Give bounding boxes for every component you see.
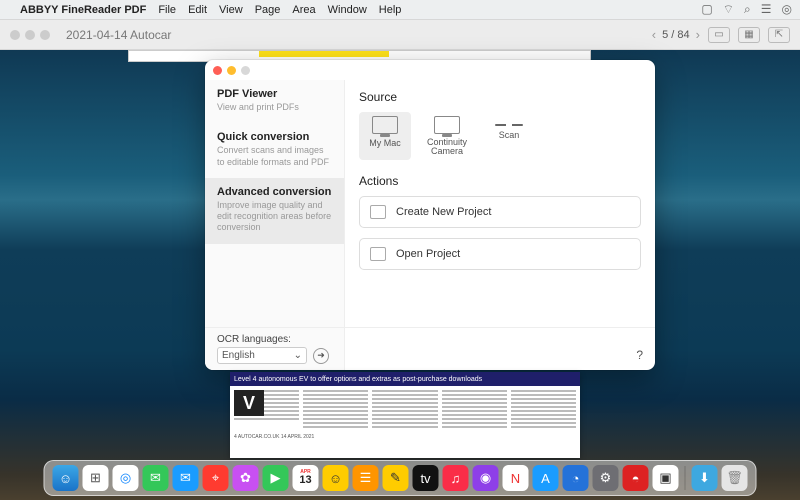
menu-area[interactable]: Area	[292, 4, 315, 16]
source-continuity-camera[interactable]: Continuity Camera	[421, 112, 473, 160]
language-settings-icon[interactable]: ➜	[313, 348, 329, 364]
dock-finder[interactable]: ☺	[53, 465, 79, 491]
section-source-label: Source	[359, 90, 641, 104]
siri-icon[interactable]: ◎	[782, 2, 792, 17]
sidebar-item-title: Advanced conversion	[217, 186, 332, 198]
source-label: Continuity Camera	[425, 138, 469, 156]
menu-window[interactable]: Window	[328, 4, 367, 16]
dock-settings[interactable]: ⚙	[593, 465, 619, 491]
monitor-icon	[372, 116, 398, 134]
menu-view[interactable]: View	[219, 4, 243, 16]
dock-app-red[interactable]: ◓	[623, 465, 649, 491]
dock-music[interactable]: ♫	[443, 465, 469, 491]
sidebar-item-desc: Improve image quality and edit recogniti…	[217, 200, 332, 234]
dock-tv[interactable]: tv	[413, 465, 439, 491]
minimize-button[interactable]	[227, 66, 236, 75]
source-label: My Mac	[369, 138, 401, 148]
menubar: ABBYY FineReader PDF File Edit View Page…	[0, 0, 800, 20]
dock-messages[interactable]: ✉	[143, 465, 169, 491]
sidebar-item-title: Quick conversion	[217, 131, 332, 143]
close-button[interactable]	[213, 66, 222, 75]
dock-calendar[interactable]: APR13	[293, 465, 319, 491]
prev-page-button[interactable]: ‹	[652, 27, 656, 42]
sidebar-item-desc: Convert scans and images to editable for…	[217, 145, 332, 168]
new-project-icon	[370, 205, 386, 219]
dialog-titlebar	[205, 60, 655, 80]
menu-page[interactable]: Page	[255, 4, 281, 16]
help-button[interactable]: ?	[636, 348, 643, 362]
article-caption: Level 4 autonomous EV to offer options a…	[230, 372, 580, 386]
dock-launchpad[interactable]: ⊞	[83, 465, 109, 491]
document-page-preview: Level 4 autonomous EV to offer options a…	[230, 372, 580, 458]
source-label: Scan	[499, 130, 520, 140]
page-total: 84	[677, 29, 689, 41]
section-actions-label: Actions	[359, 174, 641, 188]
sidebar-item-desc: View and print PDFs	[217, 102, 332, 113]
dock-abbyy[interactable]: ◔	[563, 465, 589, 491]
ocr-language-select[interactable]: English ⌄	[217, 347, 307, 364]
action-label: Create New Project	[396, 206, 491, 218]
dialog-sidebar: PDF Viewer View and print PDFs Quick con…	[205, 80, 345, 370]
dock: ☺ ⊞ ◎ ✉ ✉ ⌖ ✿ ▶ APR13 ☺ ☰ ✎ tv ♫ ◉ N A ◔…	[44, 460, 757, 496]
wifi-icon: ⌔	[723, 2, 734, 17]
dock-separator	[685, 466, 686, 490]
dock-safari[interactable]: ◎	[113, 465, 139, 491]
create-new-project-button[interactable]: Create New Project	[359, 196, 641, 228]
dock-news[interactable]: N	[503, 465, 529, 491]
sidebar-item-title: PDF Viewer	[217, 88, 332, 100]
dock-trash[interactable]: 🗑	[722, 465, 748, 491]
dropcap: V	[234, 390, 264, 416]
ocr-languages-label: OCR languages:	[217, 334, 329, 345]
sidebar-item-pdf-viewer[interactable]: PDF Viewer View and print PDFs	[205, 80, 344, 123]
open-project-icon	[370, 247, 386, 261]
sidebar-item-advanced-conversion[interactable]: Advanced conversion Improve image qualit…	[205, 178, 344, 244]
dialog-main: Source My Mac Continuity Camera Scan Act…	[345, 80, 655, 370]
menu-help[interactable]: Help	[379, 4, 402, 16]
dock-podcasts[interactable]: ◉	[473, 465, 499, 491]
control-center-icon[interactable]: ☰	[761, 2, 772, 17]
sidebar-item-quick-conversion[interactable]: Quick conversion Convert scans and image…	[205, 123, 344, 178]
dock-appstore[interactable]: A	[533, 465, 559, 491]
page-footnote: 4 AUTOCAR.CO.UK 14 APRIL 2021	[230, 434, 580, 440]
dock-contacts[interactable]: ☺	[323, 465, 349, 491]
page-navigator: ‹ 5 / 84 ›	[652, 27, 700, 42]
dock-reminders[interactable]: ☰	[353, 465, 379, 491]
source-scan[interactable]: Scan	[483, 112, 535, 160]
dock-photos[interactable]: ✿	[233, 465, 259, 491]
dock-facetime[interactable]: ▶	[263, 465, 289, 491]
start-dialog: PDF Viewer View and print PDFs Quick con…	[205, 60, 655, 370]
page-current: 5	[662, 29, 668, 41]
window-controls[interactable]	[10, 30, 50, 40]
battery-icon: ▢	[701, 2, 712, 17]
zoom-button[interactable]	[241, 66, 250, 75]
menubar-status-icons: ▢ ⌔ ⌕ ☰ ◎	[701, 2, 792, 17]
document-toolbar: 2021-04-14 Autocar ‹ 5 / 84 › ▭ ▦ ⇱	[0, 20, 800, 50]
toolbar-thumbnails-icon[interactable]: ▦	[738, 27, 760, 43]
document-title: 2021-04-14 Autocar	[66, 28, 171, 42]
menu-file[interactable]: File	[158, 4, 176, 16]
dock-mail[interactable]: ✉	[173, 465, 199, 491]
app-name[interactable]: ABBYY FineReader PDF	[20, 4, 146, 16]
dock-downloads[interactable]: ⬇	[692, 465, 718, 491]
dock-app-white[interactable]: ▣	[653, 465, 679, 491]
toolbar-view-icon[interactable]: ▭	[708, 27, 730, 43]
menu-edit[interactable]: Edit	[188, 4, 207, 16]
search-icon[interactable]: ⌕	[744, 2, 751, 17]
scanner-icon	[495, 124, 523, 126]
dock-notes[interactable]: ✎	[383, 465, 409, 491]
open-project-button[interactable]: Open Project	[359, 238, 641, 270]
action-label: Open Project	[396, 248, 460, 260]
source-my-mac[interactable]: My Mac	[359, 112, 411, 160]
camera-icon	[434, 116, 460, 134]
next-page-button[interactable]: ›	[696, 27, 700, 42]
dock-maps[interactable]: ⌖	[203, 465, 229, 491]
toolbar-export-icon[interactable]: ⇱	[768, 27, 790, 43]
